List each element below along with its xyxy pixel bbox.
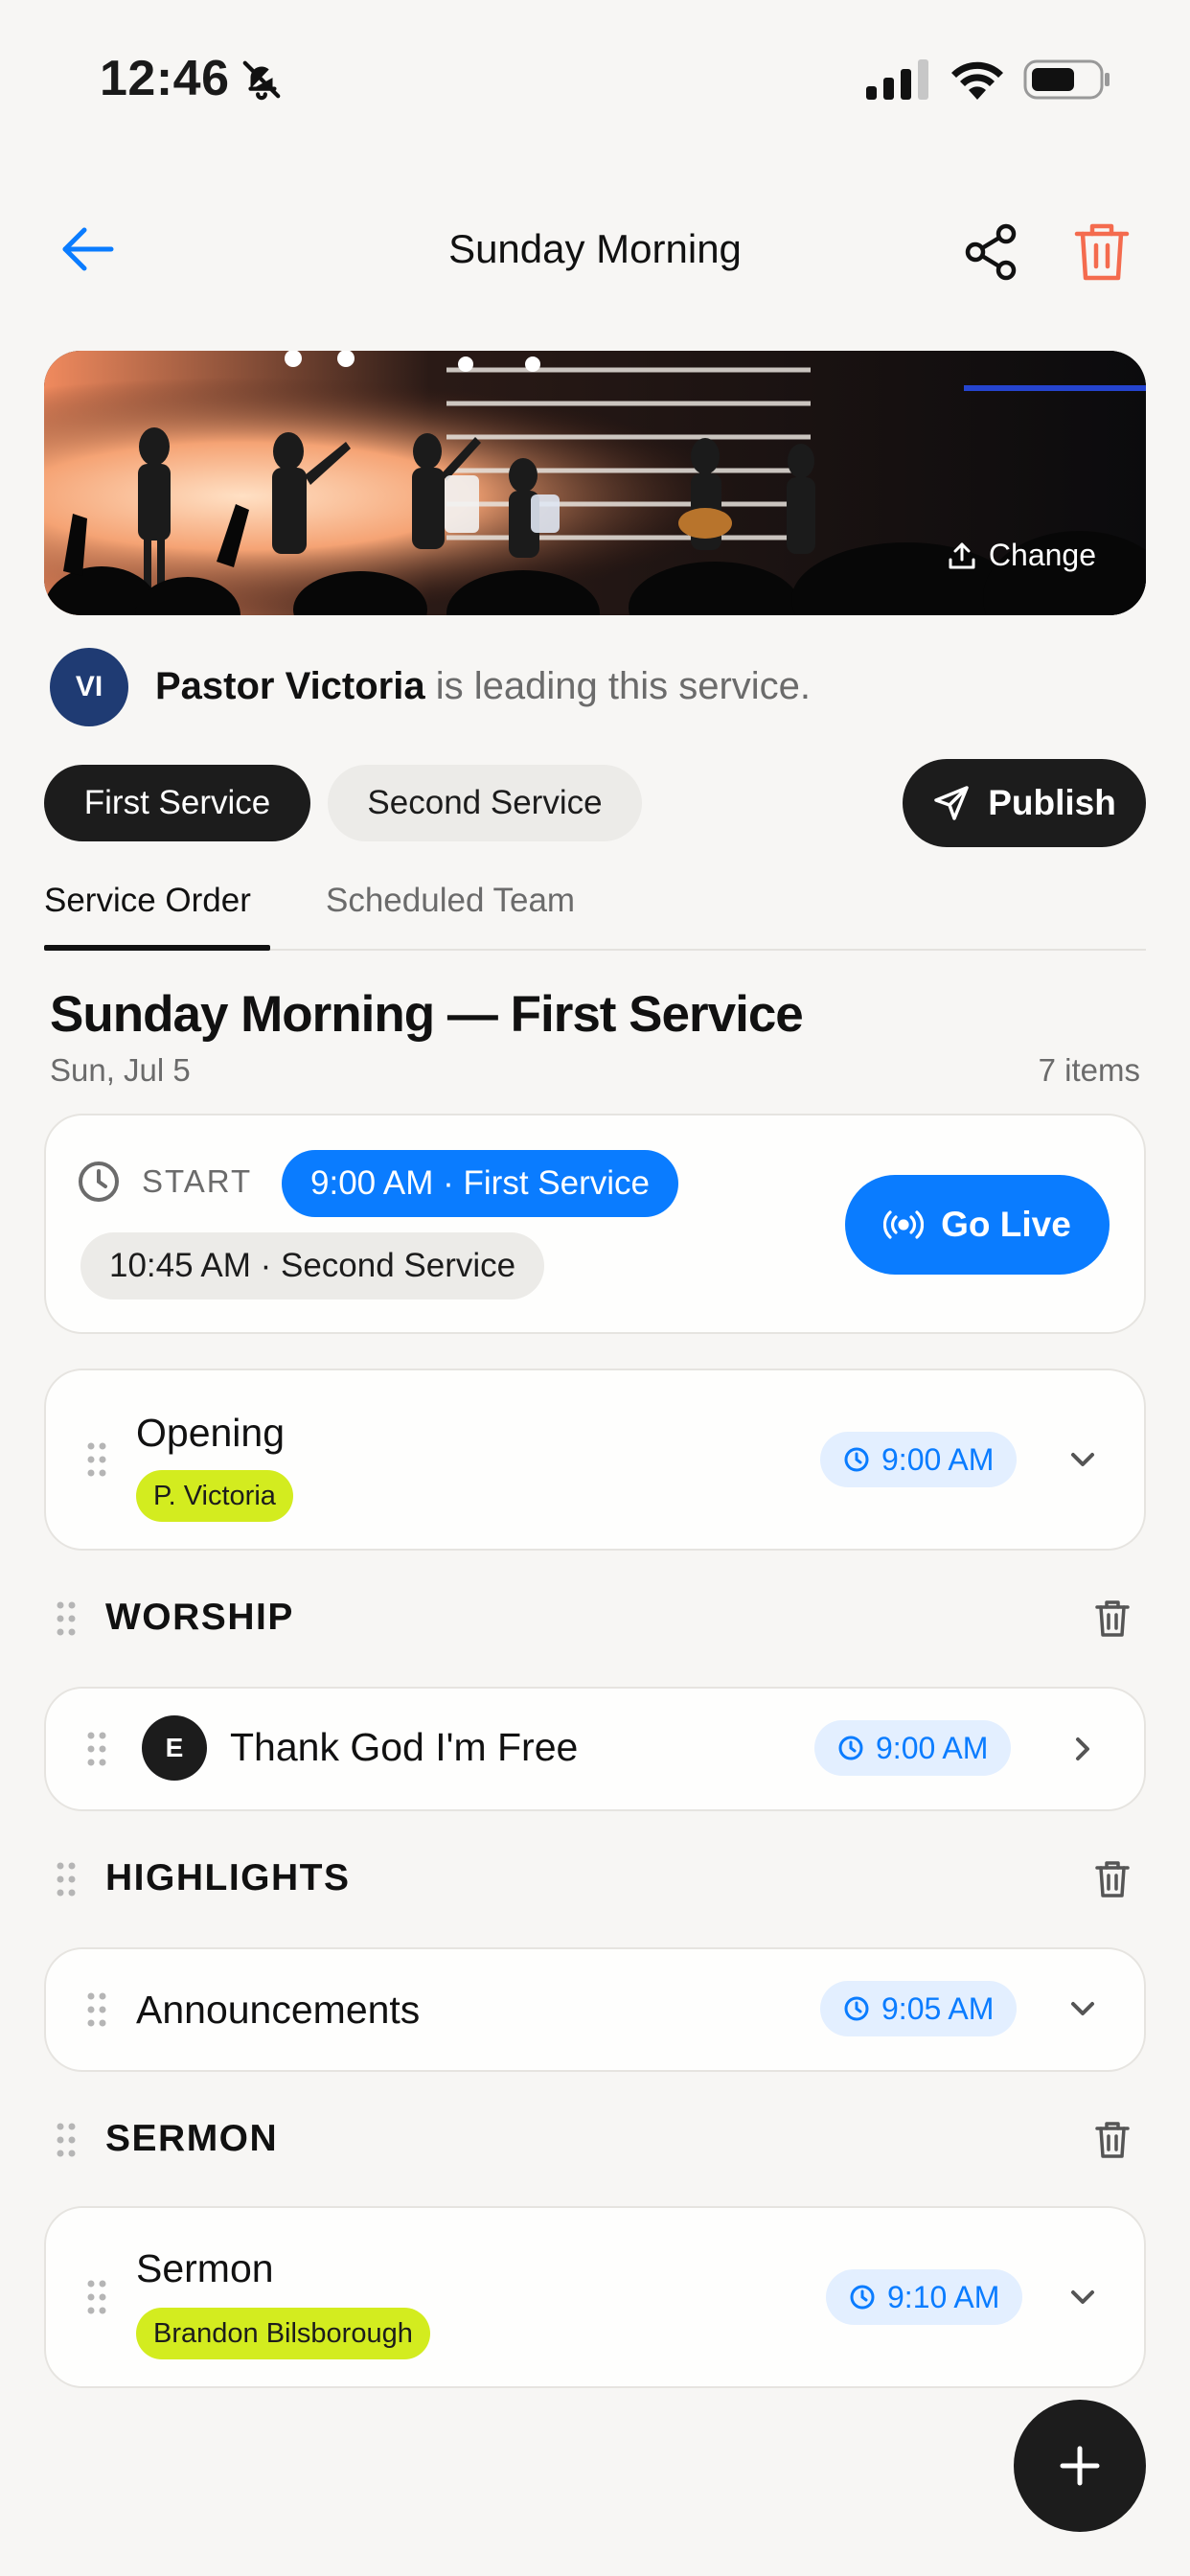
song-title: Thank God I'm Free	[230, 1725, 579, 1769]
group-title-sermon: SERMON	[105, 2118, 279, 2159]
leader-avatar[interactable]: VI	[50, 648, 128, 726]
plus-icon	[1060, 2446, 1100, 2486]
item-time-chip[interactable]: 9:00 AM	[820, 1432, 1018, 1487]
second-service-start-time[interactable]: 10:45 AM · Second Service	[80, 1232, 545, 1300]
active-tab-indicator	[44, 945, 270, 951]
cellular-signal-icon	[866, 59, 928, 100]
drag-handle-icon[interactable]	[56, 2122, 77, 2158]
service-cover-image: Change	[44, 351, 1146, 615]
drag-handle-icon[interactable]	[56, 1861, 77, 1898]
tab-scheduled-team[interactable]: Scheduled Team	[326, 882, 575, 920]
trash-icon[interactable]	[1094, 1859, 1131, 1899]
first-service-pill[interactable]: First Service	[44, 765, 310, 841]
broadcast-icon	[883, 1210, 925, 1239]
clock-icon	[838, 1736, 863, 1760]
clock-icon	[844, 1447, 869, 1472]
chevron-down-icon[interactable]	[1064, 1990, 1102, 2029]
go-live-label: Go Live	[941, 1205, 1071, 1244]
leader-suffix: is leading this service.	[424, 665, 812, 707]
tab-service-order[interactable]: Service Order	[44, 882, 251, 920]
song-key-badge: E	[142, 1715, 207, 1781]
upload-icon	[949, 542, 975, 568]
chevron-down-icon[interactable]	[1064, 2279, 1102, 2317]
add-item-button[interactable]	[1014, 2400, 1146, 2532]
service-title: Sunday Morning — First Service	[50, 986, 804, 1043]
leader-name[interactable]: Pastor Victoria	[155, 665, 425, 707]
trash-icon[interactable]	[1094, 2120, 1131, 2160]
clock-icon	[850, 2285, 875, 2310]
service-date: Sun, Jul 5	[50, 1052, 191, 1088]
first-service-start-time[interactable]: 9:00 AM · First Service	[282, 1150, 678, 1217]
publish-button[interactable]: Publish	[903, 759, 1146, 847]
wifi-icon	[951, 61, 1003, 100]
chevron-right-icon[interactable]	[1064, 1730, 1102, 1768]
item-time: 9:05 AM	[881, 1990, 995, 2026]
delete-trash-icon[interactable]	[1073, 220, 1131, 284]
change-cover-button[interactable]: Change	[947, 538, 1096, 573]
leader-text: Pastor Victoria is leading this service.	[155, 665, 811, 708]
publish-label: Publish	[988, 783, 1116, 822]
item-title: Opening	[136, 1411, 286, 1455]
status-time: 12:46	[100, 51, 230, 106]
item-time-chip[interactable]: 9:10 AM	[826, 2269, 1023, 2325]
trash-icon[interactable]	[1094, 1598, 1131, 1639]
item-time: 9:10 AM	[887, 2279, 1000, 2314]
drag-handle-icon[interactable]	[86, 1441, 107, 1478]
item-title: Announcements	[136, 1988, 421, 2032]
item-time: 9:00 AM	[876, 1730, 989, 1765]
battery-icon	[1023, 59, 1110, 100]
group-title-highlights: HIGHLIGHTS	[105, 1857, 351, 1898]
share-icon[interactable]	[962, 222, 1021, 282]
drag-handle-icon[interactable]	[86, 2279, 107, 2315]
go-live-button[interactable]: Go Live	[845, 1175, 1110, 1275]
second-service-pill[interactable]: Second Service	[328, 765, 642, 841]
item-time-chip[interactable]: 9:00 AM	[814, 1720, 1012, 1776]
group-title-worship: WORSHIP	[105, 1597, 294, 1638]
clock-icon	[79, 1162, 119, 1202]
speaker-tag: Brandon Bilsborough	[136, 2308, 430, 2359]
start-label: START	[142, 1163, 253, 1199]
change-cover-label: Change	[988, 538, 1096, 572]
drag-handle-icon[interactable]	[86, 1731, 107, 1767]
item-title: Sermon	[136, 2246, 274, 2290]
item-time: 9:00 AM	[881, 1441, 995, 1477]
drag-handle-icon[interactable]	[86, 1991, 107, 2028]
leader-tag: P. Victoria	[136, 1470, 293, 1522]
clock-icon	[844, 1996, 869, 2021]
item-time-chip[interactable]: 9:05 AM	[820, 1981, 1018, 2036]
worship-stage-photo	[44, 351, 1146, 615]
chevron-down-icon[interactable]	[1064, 1441, 1102, 1480]
drag-handle-icon[interactable]	[56, 1600, 77, 1637]
send-icon	[934, 786, 969, 820]
bell-muted-icon	[242, 60, 281, 101]
item-count: 7 items	[1038, 1052, 1140, 1088]
